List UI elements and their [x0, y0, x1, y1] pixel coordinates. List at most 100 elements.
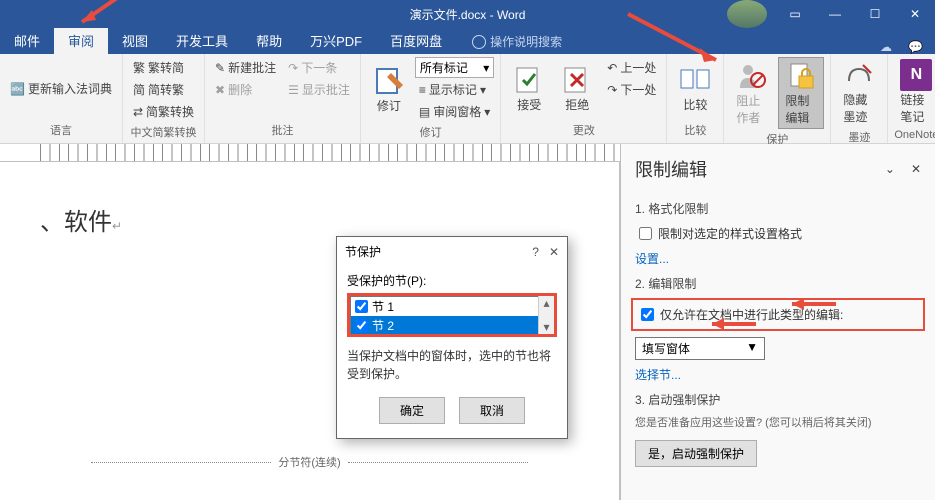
tab-wanxing-pdf[interactable]: 万兴PDF: [296, 27, 376, 54]
group-changes-label: 更改: [507, 120, 660, 140]
convert-icon: 简: [133, 81, 145, 98]
comments-icon[interactable]: 💬: [908, 40, 923, 54]
tab-devtools[interactable]: 开发工具: [162, 27, 242, 54]
accept-button[interactable]: 接受: [507, 57, 551, 120]
close-button[interactable]: ✕: [895, 0, 935, 28]
convert-button[interactable]: ⇄简繁转换: [129, 101, 198, 122]
delete-comment-button[interactable]: ✖删除: [211, 79, 280, 100]
task-pane-title: 限制编辑: [635, 156, 707, 182]
tab-view[interactable]: 视图: [108, 27, 162, 54]
group-chinese-convert-label: 中文简繁转换: [129, 122, 198, 142]
prev-icon: ↶: [607, 61, 617, 75]
reject-button[interactable]: 拒绝: [555, 57, 599, 120]
list-item: 节 1: [351, 297, 553, 316]
track-changes-icon: [373, 65, 405, 97]
group-tracking-label: 修订: [367, 122, 494, 142]
onenote-button[interactable]: N 链接笔记: [894, 57, 935, 127]
select-arrow-icon: ▼: [746, 340, 758, 357]
minimize-button[interactable]: —: [815, 0, 855, 28]
dialog-close-icon[interactable]: ✕: [549, 245, 559, 259]
reject-icon: [561, 64, 593, 96]
pane-icon: ▤: [419, 105, 430, 119]
next-change-button[interactable]: ↷下一处: [603, 79, 660, 100]
limit-formatting-label: 限制对选定的样式设置格式: [658, 225, 802, 242]
editing-restriction-highlighted-row: 仅允许在文档中进行此类型的编辑:: [631, 298, 925, 331]
start-enforcement-button[interactable]: 是，启动强制保护: [635, 440, 757, 467]
trad-to-simp-button[interactable]: 繁繁转简: [129, 57, 198, 78]
listbox-scrollbar[interactable]: ▴▾: [538, 296, 554, 334]
compare-icon: [679, 64, 711, 96]
section-1-checkbox[interactable]: [355, 300, 368, 313]
comment-icon: ✎: [215, 61, 225, 75]
group-language-label: 语言: [6, 120, 116, 140]
start-enforcement-header: 3. 启动强制保护: [635, 391, 921, 408]
tell-me-search[interactable]: 操作说明搜索: [464, 29, 570, 54]
dialog-cancel-button[interactable]: 取消: [459, 397, 525, 424]
hide-ink-button[interactable]: 隐藏墨迹: [837, 57, 881, 127]
ink-icon: [843, 59, 875, 91]
delete-icon: ✖: [215, 83, 225, 97]
select-sections-link[interactable]: 选择节...: [635, 366, 921, 383]
tab-review[interactable]: 审阅: [54, 27, 108, 54]
task-pane-dropdown-icon[interactable]: ⌄: [885, 162, 895, 176]
formatting-settings-link[interactable]: 设置...: [635, 250, 921, 267]
tab-baidu-netdisk[interactable]: 百度网盘: [376, 27, 456, 54]
reviewing-pane-button[interactable]: ▤审阅窗格 ▾: [415, 101, 494, 122]
task-pane-close-icon[interactable]: ✕: [911, 162, 921, 176]
new-comment-button[interactable]: ✎新建批注: [211, 57, 280, 78]
tab-mail[interactable]: 邮件: [0, 27, 54, 54]
restrict-editing-button[interactable]: 限制编辑: [778, 57, 824, 129]
show-icon: ☰: [288, 83, 299, 97]
compare-button[interactable]: 比较: [673, 57, 717, 120]
show-comments-button[interactable]: ☰显示批注: [284, 79, 354, 100]
simp-to-trad-button[interactable]: 简简转繁: [129, 79, 198, 100]
list-item: 节 2: [351, 316, 553, 335]
sections-listbox[interactable]: 节 1 节 2 ▴▾: [347, 293, 557, 337]
tell-me-placeholder: 操作说明搜索: [490, 33, 562, 50]
previous-change-button[interactable]: ↶上一处: [603, 57, 660, 78]
allow-editing-type-label: 仅允许在文档中进行此类型的编辑:: [660, 306, 843, 323]
document-text: 、软件: [40, 209, 112, 236]
tab-help[interactable]: 帮助: [242, 27, 296, 54]
app-title: 演示文件.docx - Word: [410, 6, 526, 23]
track-changes-button[interactable]: 修订: [367, 57, 411, 122]
allow-editing-type-checkbox[interactable]: [641, 308, 654, 321]
update-ime-dict-button[interactable]: 🔤 更新输入法词典: [6, 57, 116, 120]
group-comments-label: 批注: [211, 120, 354, 140]
section-break-label: 分节符(连续): [274, 457, 344, 469]
accept-icon: [513, 64, 545, 96]
section-protection-dialog: 节保护 ? ✕ 受保护的节(P): 节 1 节 2 ▴▾ 当保护文档中的窗体时，…: [336, 236, 568, 439]
block-authors-button[interactable]: 阻止作者: [730, 57, 774, 129]
onenote-icon: N: [900, 59, 932, 91]
convert-icon: ⇄: [133, 105, 143, 119]
ribbon-display-options[interactable]: ▭: [775, 0, 815, 28]
group-compare-label: 比较: [673, 120, 717, 140]
protected-sections-label: 受保护的节(P):: [347, 272, 557, 289]
limit-formatting-checkbox[interactable]: [639, 227, 652, 240]
block-authors-icon: [736, 60, 768, 92]
ime-icon: 🔤: [10, 82, 25, 96]
formatting-restrictions-header: 1. 格式化限制: [635, 200, 921, 217]
dialog-info-text: 当保护文档中的窗体时，选中的节也将受到保护。: [347, 347, 557, 383]
user-avatar[interactable]: [727, 0, 767, 28]
show-markup-button[interactable]: ≡显示标记 ▾: [415, 79, 494, 100]
restrict-editing-pane: 限制编辑 ⌄ ✕ 1. 格式化限制 限制对选定的样式设置格式 设置... 2. …: [620, 144, 935, 500]
dropdown-arrow-icon: ▾: [483, 61, 489, 75]
restrict-editing-icon: [785, 60, 817, 92]
maximize-button[interactable]: ☐: [855, 0, 895, 28]
dialog-ok-button[interactable]: 确定: [379, 397, 445, 424]
lightbulb-icon: [472, 35, 486, 49]
dialog-title: 节保护: [345, 243, 381, 260]
editing-type-select[interactable]: 填写窗体 ▼: [635, 337, 765, 360]
dialog-help-icon[interactable]: ?: [532, 245, 539, 259]
next-icon: ↷: [607, 83, 617, 97]
share-icon[interactable]: ☁: [880, 40, 892, 54]
next-comment-button[interactable]: ↷下一条: [284, 57, 354, 78]
update-ime-dict-label: 更新输入法词典: [28, 80, 112, 97]
editing-restrictions-header: 2. 编辑限制: [635, 275, 921, 292]
next-icon: ↷: [288, 61, 298, 75]
section-2-checkbox[interactable]: [355, 319, 368, 332]
markup-view-combo[interactable]: 所有标记▾: [415, 57, 494, 78]
enforcement-note: 您是否准备应用这些设置? (您可以稍后将其关闭): [635, 414, 921, 430]
group-onenote-label: OneNote: [894, 127, 935, 143]
